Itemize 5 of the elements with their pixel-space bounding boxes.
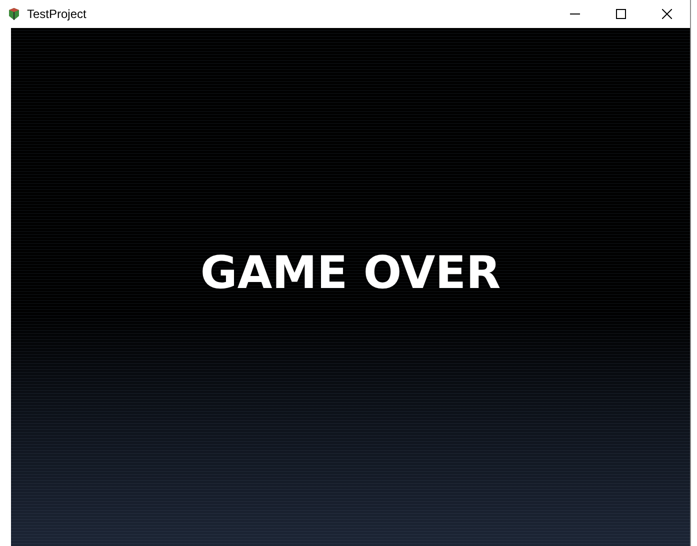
window-title: TestProject xyxy=(27,7,86,21)
game-over-message: GAME OVER xyxy=(200,246,501,298)
close-icon xyxy=(662,9,672,19)
maximize-icon xyxy=(616,9,626,19)
app-icon xyxy=(7,7,21,21)
